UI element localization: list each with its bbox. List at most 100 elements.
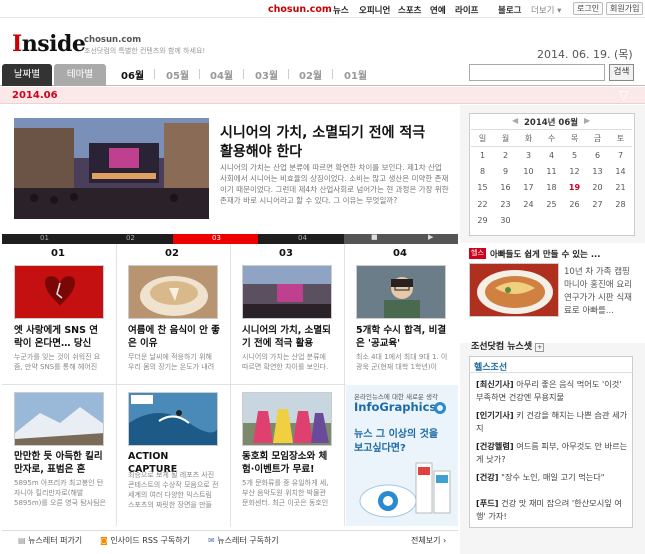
- calendar-day[interactable]: 20: [586, 180, 609, 197]
- view-all-link[interactable]: 전체보기 ›: [411, 535, 446, 546]
- calendar-prev-icon[interactable]: ◀: [512, 116, 518, 125]
- month-06[interactable]: 06월: [121, 67, 144, 82]
- nav-more[interactable]: 더보기 ▾: [531, 4, 561, 16]
- calendar-day[interactable]: 3: [517, 147, 540, 164]
- month-03[interactable]: 03월: [255, 67, 278, 82]
- article-title[interactable]: 엣 사랑에게 SNS 연락이 온다면… 당신: [14, 324, 106, 350]
- thumbnail-food[interactable]: [128, 265, 218, 319]
- promo-title[interactable]: 아빠들도 쉽게 만들 수 있는 ...: [490, 248, 601, 260]
- news-item[interactable]: [인기기사] 키 건강을 해치는 나쁜 습관 세가지: [476, 409, 631, 435]
- calendar-day[interactable]: 27: [586, 196, 609, 213]
- calendar-day[interactable]: 16: [494, 180, 517, 197]
- chevron-right-icon: ›: [443, 536, 447, 545]
- rss-link[interactable]: ◙ 인사이드 RSS 구독하기: [100, 535, 190, 546]
- calendar-day[interactable]: 29: [471, 213, 494, 230]
- calendar-day[interactable]: 1: [471, 147, 494, 164]
- news-item[interactable]: [건강헬렴] 여드름 피부, 아무것도 안 바르는 게 낫가?: [476, 440, 631, 466]
- month-04[interactable]: 04월: [210, 67, 233, 82]
- calendar-day[interactable]: 11: [540, 163, 563, 180]
- tagline: 조선닷컴의 특별한 컨텐츠와 함께 하세요!: [84, 47, 206, 55]
- pager-01[interactable]: 01: [40, 234, 49, 242]
- footer-divider: [2, 530, 458, 531]
- calendar-day[interactable]: 8: [471, 163, 494, 180]
- nav-sports[interactable]: 스포츠: [398, 4, 421, 16]
- month-02[interactable]: 02월: [299, 67, 322, 82]
- calendar-day[interactable]: 24: [517, 196, 540, 213]
- thumbnail-club-event[interactable]: [242, 392, 332, 446]
- calendar-day[interactable]: 4: [540, 147, 563, 164]
- calendar-day[interactable]: 12: [563, 163, 586, 180]
- article-title[interactable]: 여름에 찬 음식이 안 좋은 이유: [128, 324, 220, 350]
- article-title[interactable]: 시니어의 가치, 소멸되기 전에 적극 활용: [242, 324, 334, 350]
- tab-by-date[interactable]: 날짜별: [2, 64, 52, 86]
- search-button[interactable]: 검색: [609, 64, 634, 81]
- weekday-sun: 일: [478, 133, 487, 143]
- calendar-day[interactable]: 15: [471, 180, 494, 197]
- promo-image[interactable]: [469, 263, 559, 317]
- stop-icon[interactable]: ■: [371, 233, 378, 241]
- calendar-day[interactable]: 18: [540, 180, 563, 197]
- calendar-next-icon[interactable]: ▶: [584, 116, 590, 125]
- article-title[interactable]: 동호회 모임장소와 체험·이벤트가 무료!: [242, 450, 334, 476]
- pager-03[interactable]: 03: [212, 234, 221, 242]
- news-item[interactable]: [건강] "장수 노인, 매일 고기 먹는다": [476, 471, 631, 484]
- calendar-day[interactable]: 25: [540, 196, 563, 213]
- plus-icon[interactable]: +: [535, 343, 545, 352]
- login-button[interactable]: 로그인: [573, 2, 604, 15]
- infographics-ad[interactable]: 온라인뉴스에 대한 새로운 생각 InfoGraphics 뉴스 그 이상의 것…: [346, 385, 458, 526]
- newsletter-read-link[interactable]: ▤ 뉴스레터 퍼가기: [18, 535, 82, 546]
- news-item[interactable]: [최신기사] 아무리 좋은 음식 먹어도 '이것' 부족하면 건강엔 무용지물: [476, 378, 631, 404]
- calendar-day[interactable]: 7: [609, 147, 632, 164]
- calendar-day[interactable]: 28: [609, 196, 632, 213]
- calendar-day[interactable]: 13: [586, 163, 609, 180]
- weekday-thu: 목: [570, 133, 579, 143]
- nav-blog[interactable]: 블로그: [498, 4, 521, 16]
- newsletter-subscribe-link[interactable]: ✉ 뉴스레터 구독하기: [208, 535, 279, 546]
- join-button[interactable]: 회원가입: [606, 2, 644, 15]
- featured-image[interactable]: [14, 118, 209, 219]
- pager-02[interactable]: 02: [126, 234, 135, 242]
- calendar-day[interactable]: 9: [494, 163, 517, 180]
- calendar-day[interactable]: 5: [563, 147, 586, 164]
- nav-opinion[interactable]: 오피니언: [359, 4, 390, 16]
- nav-news[interactable]: 뉴스: [333, 4, 349, 16]
- column-number: 02: [165, 248, 179, 259]
- logo[interactable]: Inside: [12, 31, 86, 57]
- thumbnail-student[interactable]: [356, 265, 446, 319]
- calendar-day-today[interactable]: 19: [563, 180, 586, 197]
- calendar-day[interactable]: 26: [563, 196, 586, 213]
- play-icon[interactable]: ▶: [428, 233, 433, 241]
- calendar-day[interactable]: 17: [517, 180, 540, 197]
- calendar-grid: 일 월 화 수 목 금 토 1234567 8 9 10 11 12 13 14 15 16 1…: [471, 129, 632, 229]
- article-title[interactable]: 5개학 수시 합격, 비결은 '공교육': [356, 324, 448, 350]
- tab-by-theme[interactable]: 테마별: [54, 64, 106, 86]
- calendar-day[interactable]: 6: [586, 147, 609, 164]
- calendar-day[interactable]: 21: [609, 180, 632, 197]
- thumbnail-senior[interactable]: [242, 265, 332, 319]
- search-input[interactable]: [469, 64, 605, 81]
- thumbnail-kilimanjaro[interactable]: [14, 392, 104, 446]
- calendar-day[interactable]: 23: [494, 196, 517, 213]
- calendar-day[interactable]: 30: [494, 213, 517, 230]
- nav-entertainment[interactable]: 연예: [430, 4, 446, 16]
- promo-tag: 헬스: [469, 248, 486, 259]
- ad-headline: 뉴스 그 이상의 것을: [354, 429, 439, 440]
- news-item[interactable]: [푸드] 건강 맛 재미 잡으려 '한산모시잎 여행' 가자!: [476, 497, 631, 523]
- thumbnail-action-capture[interactable]: [128, 392, 218, 446]
- nav-life[interactable]: 라이프: [455, 4, 478, 16]
- calendar-day[interactable]: 14: [609, 163, 632, 180]
- calendar-day[interactable]: 22: [471, 196, 494, 213]
- chevron-down-icon: ▾: [557, 6, 562, 16]
- month-01[interactable]: 01월: [344, 67, 367, 82]
- featured-title[interactable]: 시니어의 가치, 소멸되기 전에 적극 활용해야 한다: [220, 124, 440, 162]
- calendar-day[interactable]: 10: [517, 163, 540, 180]
- brand-link[interactable]: chosun.com: [268, 4, 332, 15]
- month-05[interactable]: 05월: [166, 67, 189, 82]
- column-number: 04: [393, 248, 407, 259]
- pager-04[interactable]: 04: [298, 234, 307, 242]
- article-title[interactable]: 만만한 듯 아득한 킬리만자로, 표범은 흔: [14, 450, 106, 476]
- collapse-icon[interactable]: ▽: [619, 88, 628, 102]
- thumbnail-sns[interactable]: [14, 265, 104, 319]
- divider: [116, 244, 117, 526]
- calendar-day[interactable]: 2: [494, 147, 517, 164]
